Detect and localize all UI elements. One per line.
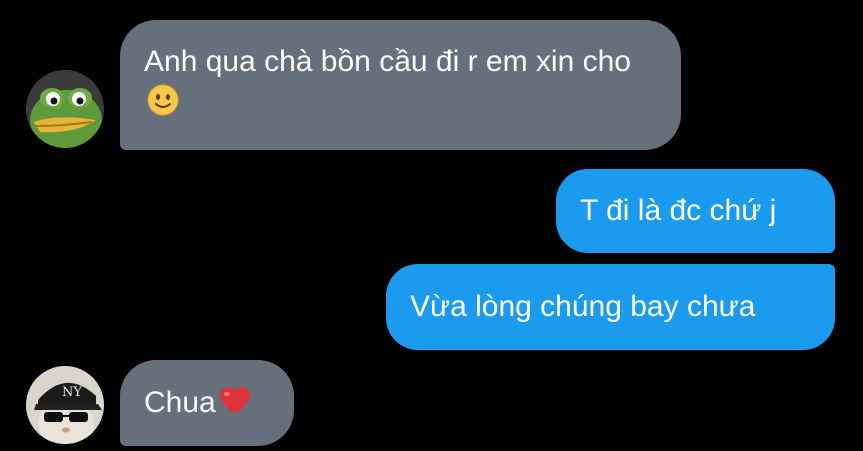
message-bubble-incoming[interactable]: Chua [120,360,294,446]
message-text: Chua [144,386,216,419]
cat-with-cap-avatar-image: NY [26,366,104,444]
red-heart-icon [218,384,252,418]
message-bubble-outgoing[interactable]: Vừa lòng chúng bay chưa [386,264,835,350]
frog-avatar-image [26,70,104,148]
cat-with-cap-avatar[interactable]: NY [26,366,104,444]
slightly-smiling-face-icon [146,83,180,117]
message-text: Anh qua chà bồn cầu đi r em xin cho [144,45,631,78]
message-bubble-outgoing[interactable]: T đi là đc chứ j [556,169,835,253]
message-text: Vừa lòng chúng bay chưa [410,290,756,323]
svg-text:NY: NY [62,385,82,400]
message-text: T đi là đc chứ j [580,194,777,227]
frog-avatar[interactable] [26,70,104,148]
message-bubble-incoming[interactable]: Anh qua chà bồn cầu đi r em xin cho [120,20,681,150]
